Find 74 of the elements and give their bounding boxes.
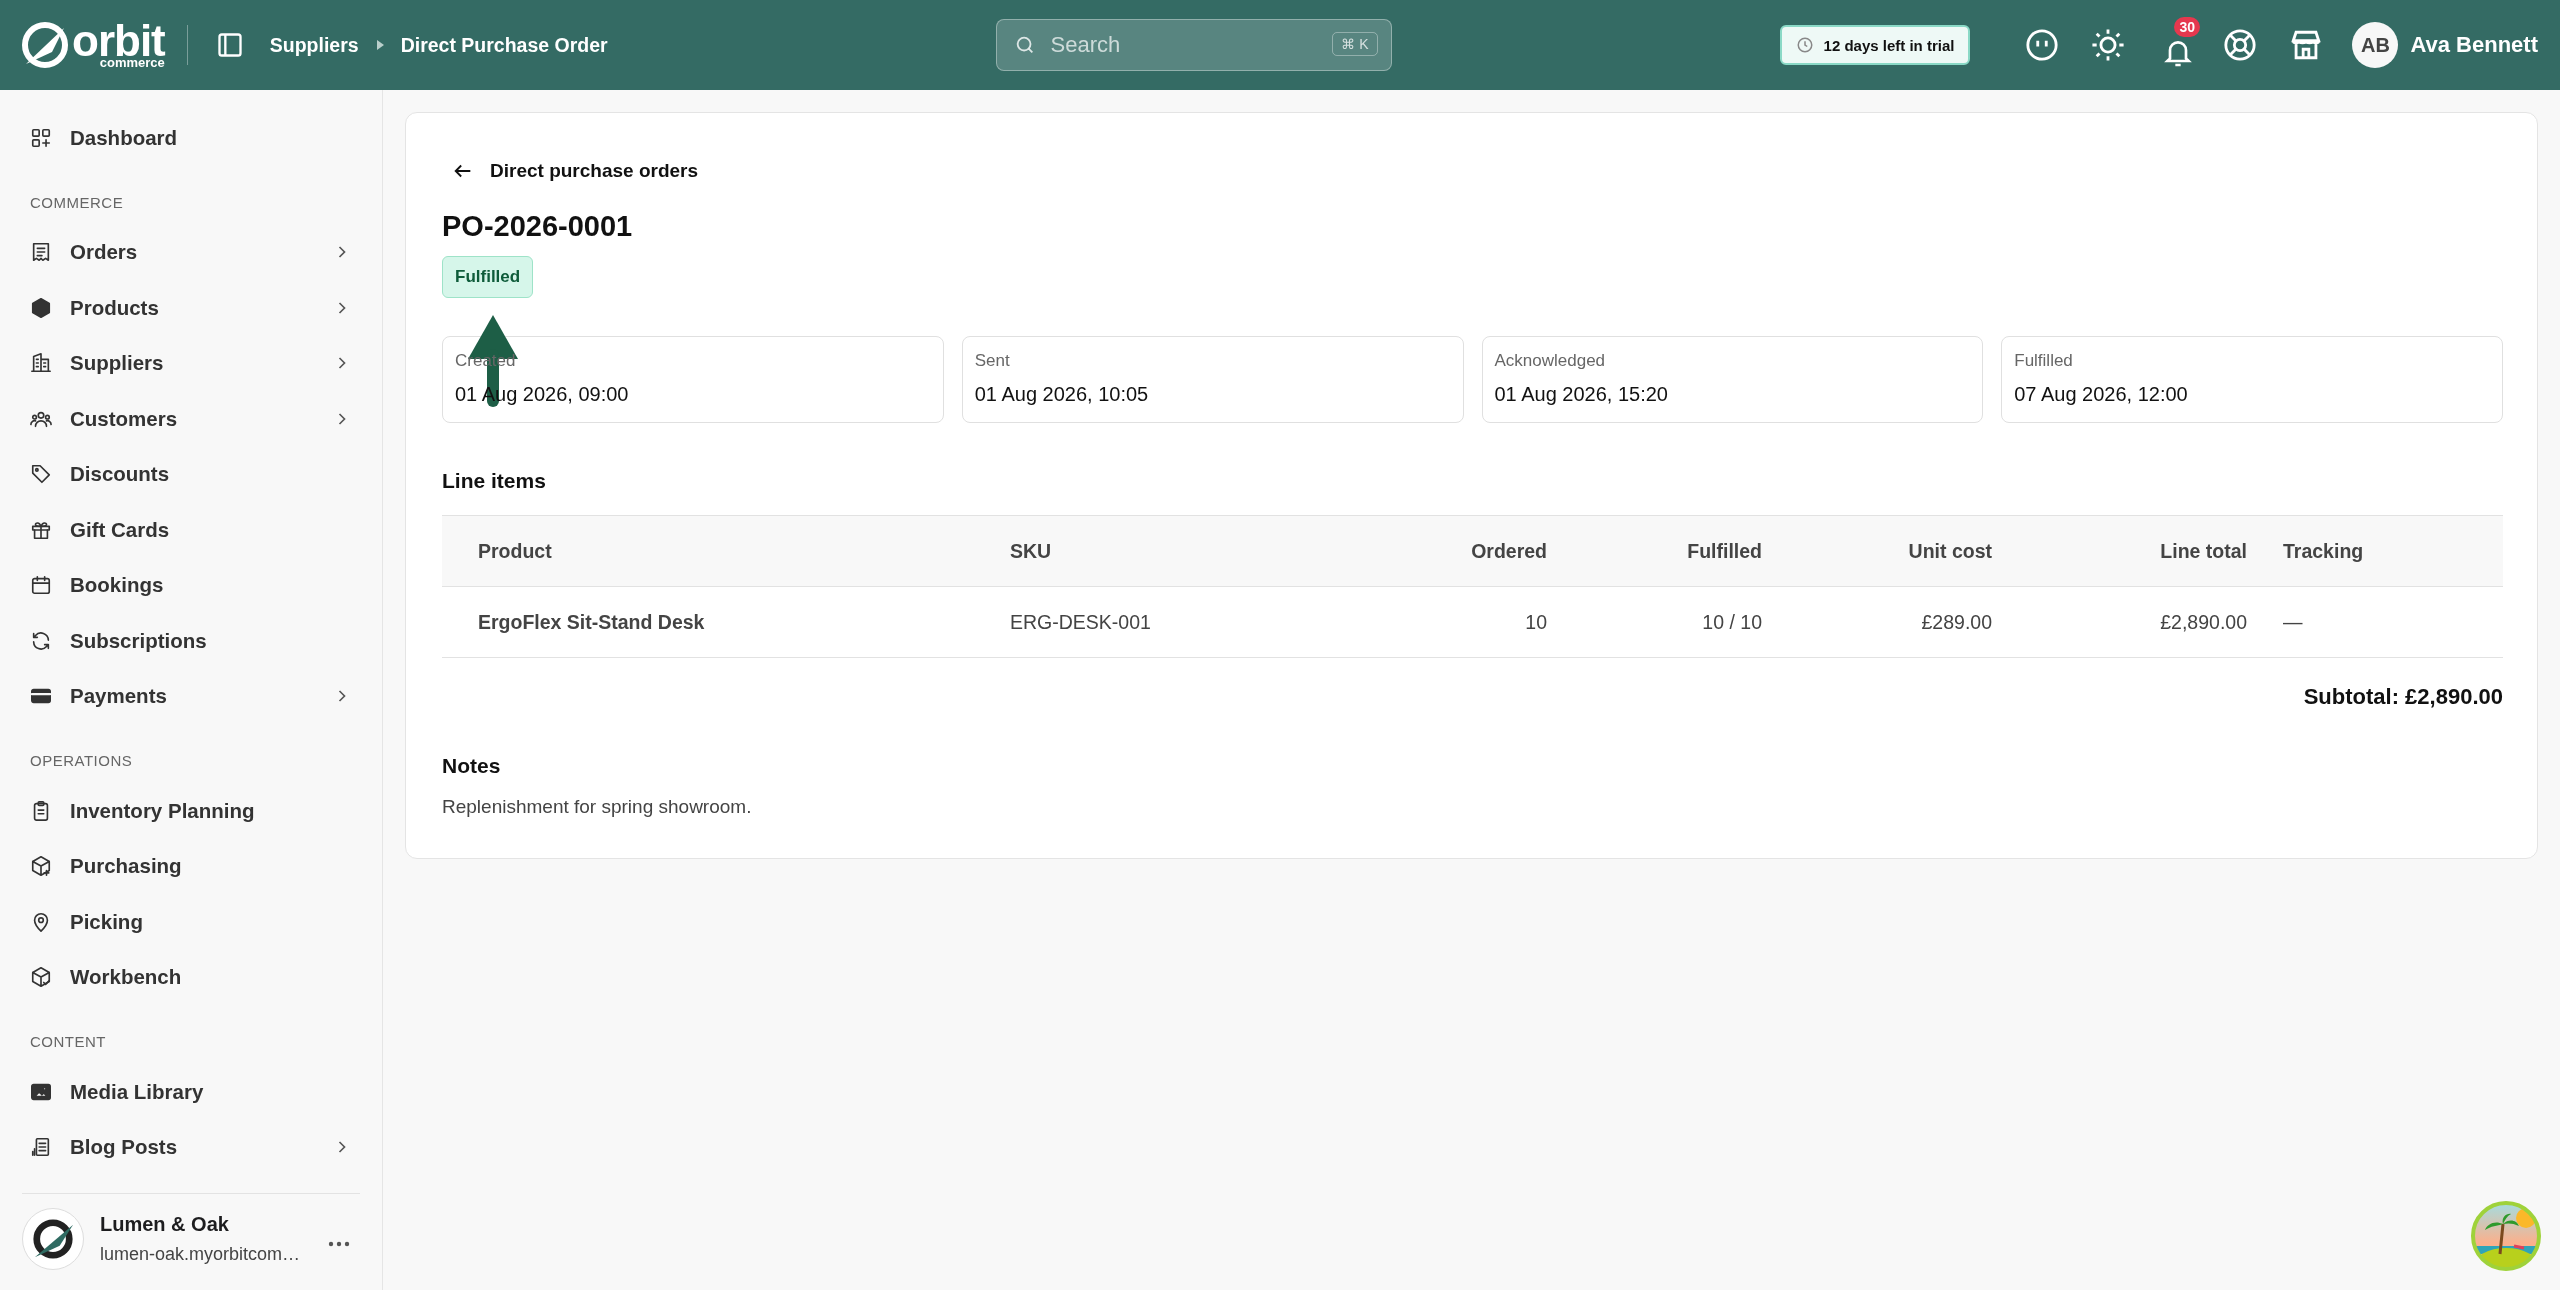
breadcrumb-link[interactable]: Suppliers <box>269 33 359 57</box>
sidebar-item[interactable]: Orders <box>22 224 360 280</box>
timeline-date: 01 Aug 2026, 10:05 <box>974 383 1150 406</box>
section-heading: CONTENT <box>29 1032 107 1052</box>
column-header: Ordered <box>1470 539 1548 563</box>
sidebar-item[interactable]: Purchasing <box>22 838 360 894</box>
trial-button[interactable]: 12 days left in trial <box>1779 25 1971 65</box>
table-cell-text: £2,890.00 <box>2159 610 2248 634</box>
box-plus-icon <box>30 855 52 878</box>
sidebar-item[interactable]: Inventory Planning <box>22 783 360 839</box>
section-title: Line items <box>442 469 547 493</box>
table-cell-text: ErgoFlex Sit-Stand Desk <box>477 610 706 634</box>
column-header: Fulfilled <box>1686 539 1763 563</box>
ellipsis-icon <box>328 1241 350 1247</box>
building-icon <box>30 352 52 375</box>
column-header: Unit cost <box>1907 539 1993 563</box>
calendar-icon <box>30 574 52 597</box>
logo-icon <box>22 22 68 68</box>
order-number: PO-2026-0001 <box>442 210 634 243</box>
sidebar-item[interactable]: Products <box>22 280 360 336</box>
timeline-date: 07 Aug 2026, 12:00 <box>2014 383 2189 406</box>
logo-tagline: commerce <box>99 57 165 69</box>
sidebar-item[interactable]: Subscriptions <box>22 613 360 669</box>
sidebar-item[interactable]: Discounts <box>22 446 360 502</box>
notification-count: 30 <box>2174 17 2200 37</box>
box-check-icon <box>30 966 52 989</box>
timeline-date: 01 Aug 2026, 15:20 <box>1494 383 1669 406</box>
table-cell-text: 10 / 10 <box>1701 610 1763 634</box>
status-badge: Fulfilled <box>442 256 534 298</box>
refresh-icon <box>30 629 52 652</box>
sidebar-item[interactable]: Payments <box>22 668 360 724</box>
sidebar-item[interactable]: Customers <box>22 391 360 447</box>
back-link[interactable]: Direct purchase orders <box>442 150 709 192</box>
sidebar-item[interactable]: Bookings <box>22 557 360 613</box>
timeline-label: Fulfilled <box>2014 351 2074 371</box>
receipt-icon <box>30 241 52 264</box>
user-name[interactable]: Ava Bennett <box>2410 32 2538 58</box>
sidebar-item[interactable]: Blog Posts <box>22 1119 360 1175</box>
box-icon <box>30 296 52 319</box>
store-domain: lumen-oak.myorbitcom… <box>100 1244 302 1265</box>
sidebar-item[interactable]: Media Library <box>22 1064 360 1120</box>
sidebar-item[interactable]: Gift Cards <box>22 502 360 558</box>
store-logo-icon <box>31 1217 75 1261</box>
store-name: Lumen & Oak <box>100 1213 230 1236</box>
document-icon <box>30 1136 52 1159</box>
sidebar-item[interactable]: Picking <box>22 894 360 950</box>
breadcrumb-separator-icon <box>374 39 385 51</box>
notifications-button[interactable]: 30 <box>2154 17 2203 73</box>
column-header: Product <box>477 539 553 563</box>
logo-wordmark: orbit <box>72 21 165 60</box>
table-cell-text: — <box>2283 610 2304 634</box>
timeline-label: Acknowledged <box>1494 351 1607 371</box>
table-cell-text: £289.00 <box>1920 610 1993 634</box>
section-heading: OPERATIONS <box>29 751 134 771</box>
shortcut-hint: ⌘ K <box>1332 32 1378 56</box>
table-cell-text: 10 <box>1524 610 1548 634</box>
table-cell-text: ERG-DESK-001 <box>1009 610 1152 634</box>
user-avatar[interactable]: AB <box>2352 22 2399 68</box>
column-header: Line total <box>2159 539 2248 563</box>
section-heading: COMMERCE <box>29 192 125 213</box>
notes-text: Replenishment for spring showroom. <box>442 796 753 818</box>
section-title: Notes <box>442 754 502 778</box>
clock-icon <box>1795 36 1814 54</box>
timeline-label: Sent <box>974 351 1011 371</box>
breadcrumb-link[interactable]: Direct Purchase Order <box>400 33 608 57</box>
grid-icon <box>30 126 52 149</box>
column-header: Tracking <box>2283 539 2365 563</box>
sidebar-item[interactable]: Dashboard <box>22 110 360 166</box>
sidebar-item[interactable]: Workbench <box>22 949 360 1005</box>
subtotal: Subtotal: £2,890.00 <box>2302 684 2503 710</box>
tag-icon <box>30 463 52 486</box>
sidebar-icon <box>215 31 244 59</box>
column-header: SKU <box>1009 539 1053 563</box>
sidebar-item[interactable]: Suppliers <box>22 335 360 391</box>
